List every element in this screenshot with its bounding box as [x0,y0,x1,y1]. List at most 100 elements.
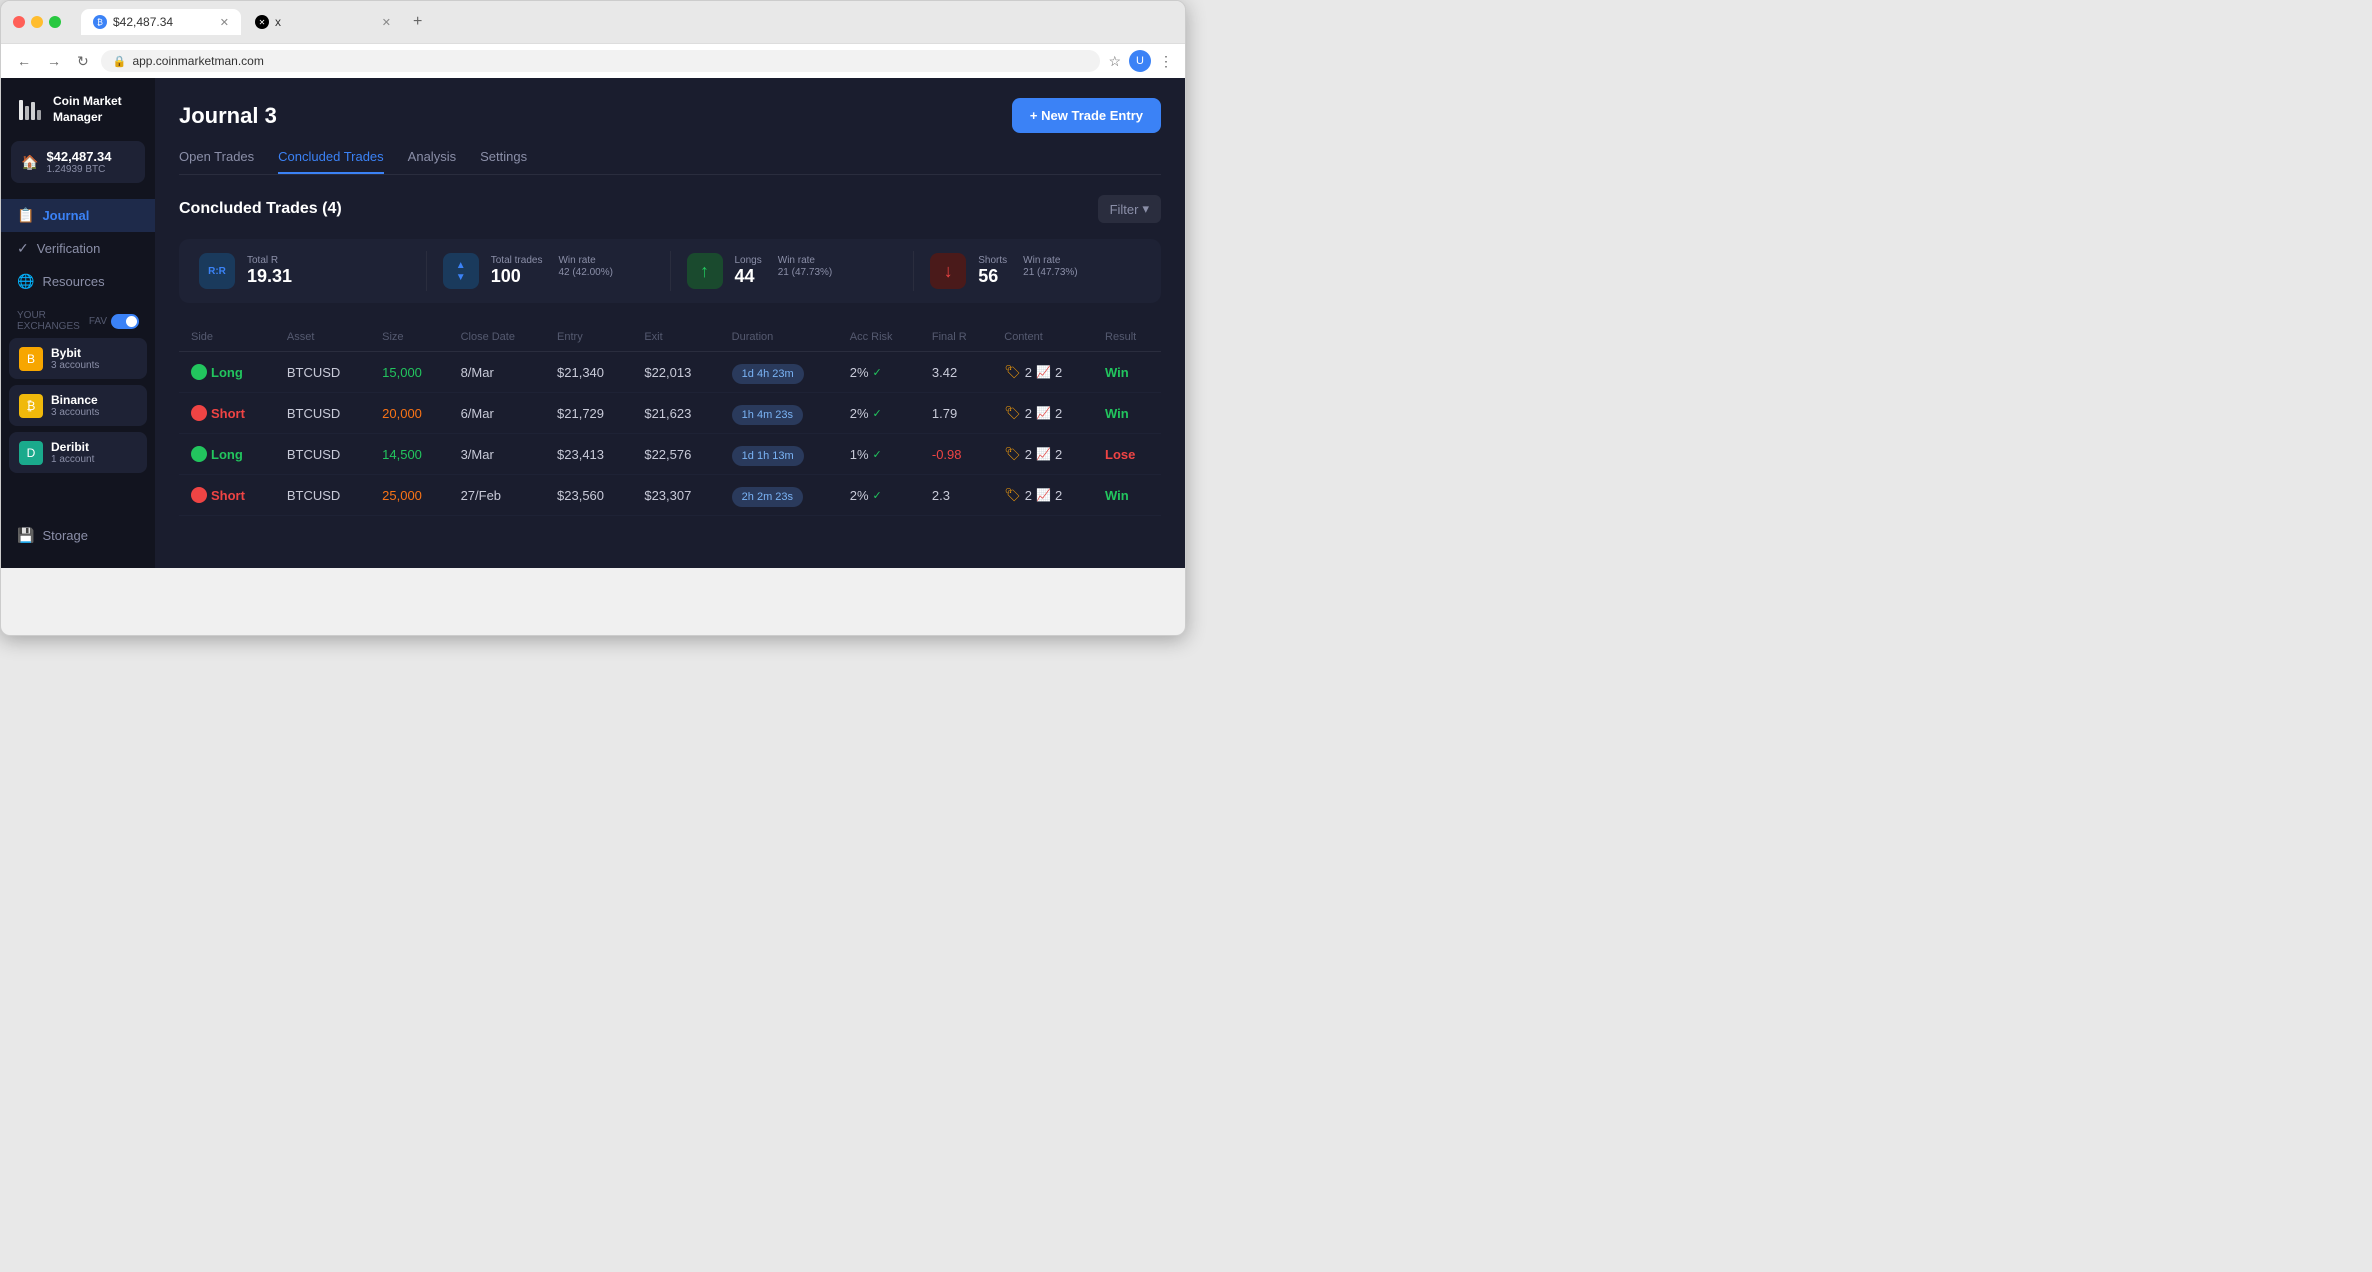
table-row[interactable]: ↓ Short BTCUSD 25,000 27/Feb $23,560 $23… [179,475,1161,516]
row-4-acc-risk: 2% ✓ [838,475,920,516]
stat-longs: ↑ Longs 44 Win rate 21 (47.73%) [687,253,898,289]
new-trade-button[interactable]: + New Trade Entry [1012,98,1161,133]
row-2-side: ↓ Short [179,393,275,434]
fav-toggle[interactable] [111,314,139,329]
row-3-size: 14,500 [370,434,448,475]
profile-icon[interactable]: U [1129,50,1151,72]
sidebar-item-journal-label: Journal [42,208,89,223]
win-rate-label: Win rate [558,255,612,266]
maximize-button[interactable] [49,16,61,28]
row-1-close-date: 8/Mar [449,352,545,393]
chart-icon: 📈 [1036,406,1051,420]
reload-button[interactable]: ↻ [73,51,93,72]
browser-tab-1[interactable]: ₿ $42,487.34 ✕ [81,9,241,35]
balance-amount: $42,487.34 [46,149,111,164]
address-bar[interactable]: 🔒 app.coinmarketman.com [101,50,1101,72]
minimize-button[interactable] [31,16,43,28]
section-header: Concluded Trades (4) Filter ▾ [179,195,1161,223]
storage-icon: 💾 [17,527,34,544]
binance-name: Binance [51,393,99,407]
row-1-exit: $22,013 [632,352,719,393]
chart-icon: 📈 [1036,488,1051,502]
page-title: Journal 3 [179,103,277,129]
home-icon: 🏠 [21,154,38,171]
journal-icon: 📋 [17,207,34,224]
row-4-final-r: 2.3 [920,475,992,516]
table-row[interactable]: ↓ Short BTCUSD 20,000 6/Mar $21,729 $21,… [179,393,1161,434]
check-icon: ✓ [873,407,882,420]
tab-1-close[interactable]: ✕ [220,16,229,29]
deribit-info: Deribit 1 account [51,440,94,465]
chart-icon: 📈 [1036,365,1051,379]
trades-table: Side Asset Size Close Date Entry Exit Du… [179,323,1161,516]
browser-top: ₿ $42,487.34 ✕ ✕ x ✕ + ← → ↻ 🔒 app.coinm… [1,1,1185,78]
tab-concluded-trades[interactable]: Concluded Trades [278,149,384,174]
tab-2-close[interactable]: ✕ [382,16,391,29]
row-4-exit: $23,307 [632,475,719,516]
chart-icon: 📈 [1036,447,1051,461]
fav-label: FAV [89,316,107,327]
shorts-label: Shorts [978,255,1007,266]
exchange-deribit[interactable]: D Deribit 1 account [9,432,147,473]
th-close-date: Close Date [449,323,545,352]
tab-settings[interactable]: Settings [480,149,527,174]
row-1-result: Win [1093,352,1161,393]
app-container: Coin Market Manager 🏠 $42,487.34 1.24939… [1,78,1185,568]
sidebar-item-resources-label: Resources [42,274,104,289]
row-4-duration: 2h 2m 23s [720,475,838,516]
row-3-final-r: -0.98 [920,434,992,475]
main-content: Journal 3 + New Trade Entry Open Trades … [155,78,1185,568]
check-icon: ✓ [873,448,882,461]
sidebar-item-journal[interactable]: 📋 Journal [1,199,155,232]
sidebar-item-resources[interactable]: 🌐 Resources [1,265,155,298]
balance-btc: 1.24939 BTC [46,164,111,175]
sidebar-item-storage[interactable]: 💾 Storage [1,519,155,552]
bybit-accounts: 3 accounts [51,360,99,371]
bybit-icon: B [19,347,43,371]
menu-icon[interactable]: ⋮ [1159,53,1173,70]
total-r-label: Total R [247,255,292,266]
shorts-value: 56 [978,266,1007,287]
row-4-close-date: 27/Feb [449,475,545,516]
row-4-asset: BTCUSD [275,475,370,516]
win-rate-value: 42 (42.00%) [558,267,612,278]
forward-button[interactable]: → [43,51,65,71]
sidebar-item-verification-label: Verification [37,241,101,256]
close-button[interactable] [13,16,25,28]
storage-label: Storage [42,528,88,543]
row-3-entry: $23,413 [545,434,632,475]
tab-2-label: x [275,15,281,29]
tab-analysis[interactable]: Analysis [408,149,456,174]
trades-info: Total trades 100 Win rate 42 (42.00%) [491,255,613,287]
tag-icon: 🏷 [1004,405,1021,421]
deribit-accounts: 1 account [51,454,94,465]
chevron-down-icon: ▾ [1142,201,1149,217]
balance-card[interactable]: 🏠 $42,487.34 1.24939 BTC [11,141,145,183]
stat-divider-1 [426,251,427,291]
tabs-nav: Open Trades Concluded Trades Analysis Se… [179,149,1161,175]
row-4-side: ↓ Short [179,475,275,516]
new-tab-button[interactable]: + [405,9,430,35]
back-button[interactable]: ← [13,51,35,71]
row-3-asset: BTCUSD [275,434,370,475]
exchange-binance[interactable]: ₿ Binance 3 accounts [9,385,147,426]
table-row[interactable]: ↑ Long BTCUSD 14,500 3/Mar $23,413 $22,5… [179,434,1161,475]
browser-actions: ☆ U ⋮ [1108,50,1173,72]
short-dot-icon: ↓ [191,487,207,503]
long-icon: ↑ [687,253,723,289]
th-final-r: Final R [920,323,992,352]
stat-rr: R:R Total R 19.31 [199,253,410,289]
bookmark-icon[interactable]: ☆ [1108,53,1121,70]
table-row[interactable]: ↑ Long BTCUSD 15,000 8/Mar $21,340 $22,0… [179,352,1161,393]
sidebar-item-verification[interactable]: ✓ Verification [1,232,155,265]
binance-icon: ₿ [19,394,43,418]
exchange-bybit[interactable]: B Bybit 3 accounts [9,338,147,379]
table-header-row: Side Asset Size Close Date Entry Exit Du… [179,323,1161,352]
tab-open-trades[interactable]: Open Trades [179,149,254,174]
browser-frame: ₿ $42,487.34 ✕ ✕ x ✕ + ← → ↻ 🔒 app.coinm… [0,0,1186,636]
stat-divider-3 [913,251,914,291]
short-dot-icon: ↓ [191,405,207,421]
row-2-exit: $21,623 [632,393,719,434]
browser-tab-2[interactable]: ✕ x ✕ [243,9,403,35]
filter-button[interactable]: Filter ▾ [1098,195,1161,223]
